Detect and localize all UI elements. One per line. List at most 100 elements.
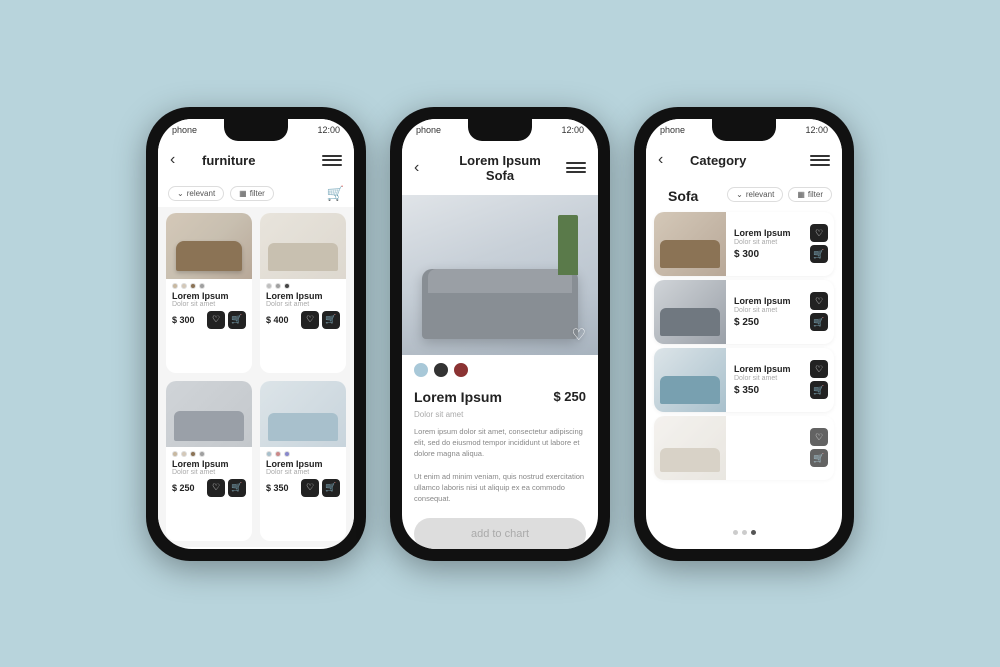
list-wishlist-btn-2[interactable]: ♡ [810,292,828,310]
product-image-4 [260,381,346,447]
menu-button-2[interactable] [566,162,586,173]
list-price-2: $ 250 [734,317,796,328]
filter-button-3[interactable]: ▦ filter [788,187,832,202]
product-price-1: $ 300 [172,315,195,325]
status-bar-3: phone 12:00 [646,119,842,141]
back-button-1[interactable]: ‹ [170,151,190,169]
color-dot-12[interactable] [266,451,272,457]
product-card-3: Lorem Ipsum Dolor sit amet $ 250 ♡ 🛒 [166,381,252,541]
status-right-2: 12:00 [561,125,584,135]
list-actions-1: ♡ 🛒 [804,218,834,269]
category-title: Sofa [656,184,710,206]
list-name-2: Lorem Ipsum [734,296,796,306]
list-image-1 [654,212,726,276]
cart-btn-1[interactable]: 🛒 [228,311,246,329]
list-sub-3: Dolor sit amet [734,375,796,382]
relevant-label-1: relevant [187,189,215,198]
list-sub-1: Dolor sit amet [734,239,796,246]
product-sub-4: Dolor sit amet [260,469,346,476]
color-dot-4[interactable] [199,283,205,289]
detail-product-price: $ 250 [553,389,586,404]
wishlist-btn-3[interactable]: ♡ [207,479,225,497]
page-title-1: furniture [190,147,322,174]
color-option-red[interactable] [454,363,468,377]
list-cart-btn-4[interactable]: 🛒 [810,449,828,467]
scroll-dot-1 [733,530,738,535]
product-price-2: $ 400 [266,315,289,325]
status-right-3: 12:00 [805,125,828,135]
color-dot-8[interactable] [172,451,178,457]
relevant-filter-3[interactable]: ⌄ relevant [727,187,783,202]
cart-icon-1[interactable]: 🛒 [327,185,344,202]
page-title-3: Category [678,147,810,174]
list-wishlist-btn-3[interactable]: ♡ [810,360,828,378]
list-actions-3: ♡ 🛒 [804,354,834,405]
list-actions-4: ♡ 🛒 [804,422,834,473]
cat-filters: ⌄ relevant ▦ filter [727,187,832,202]
color-dot-11[interactable] [199,451,205,457]
color-dot-6[interactable] [275,283,281,289]
detail-wishlist-btn[interactable]: ♡ [572,325,586,345]
product-sub-3: Dolor sit amet [166,469,252,476]
color-dots-1 [166,279,252,291]
list-image-4 [654,416,726,480]
add-to-cart-button[interactable]: add to chart [414,518,586,548]
list-info-3: Lorem Ipsum Dolor sit amet $ 350 [726,358,804,402]
list-item-3: Lorem Ipsum Dolor sit amet $ 350 ♡ 🛒 [654,348,834,412]
list-sub-2: Dolor sit amet [734,307,796,314]
color-dot-1[interactable] [172,283,178,289]
cart-btn-2[interactable]: 🛒 [322,311,340,329]
wishlist-btn-1[interactable]: ♡ [207,311,225,329]
color-dot-7[interactable] [284,283,290,289]
wishlist-btn-4[interactable]: ♡ [301,479,319,497]
color-dot-3[interactable] [190,283,196,289]
list-name-3: Lorem Ipsum [734,364,796,374]
notch-3 [712,119,776,141]
list-image-2 [654,280,726,344]
cart-btn-4[interactable]: 🛒 [322,479,340,497]
color-dots-3 [166,447,252,459]
color-option-black[interactable] [434,363,448,377]
list-wishlist-btn-4[interactable]: ♡ [810,428,828,446]
filter-arrow-3: ⌄ [736,190,743,199]
color-dot-2[interactable] [181,283,187,289]
color-dot-14[interactable] [284,451,290,457]
menu-button-1[interactable] [322,155,342,166]
back-button-2[interactable]: ‹ [414,159,434,177]
product-card-4: Lorem Ipsum Dolor sit amet $ 350 ♡ 🛒 [260,381,346,541]
color-dot-5[interactable] [266,283,272,289]
list-cart-btn-1[interactable]: 🛒 [810,245,828,263]
product-footer-4: $ 350 ♡ 🛒 [260,476,346,497]
nav-bar-2: ‹ Lorem Ipsum Sofa [402,141,598,195]
filter-button-1[interactable]: ▦ filter [230,186,274,201]
menu-button-3[interactable] [810,155,830,166]
color-dot-10[interactable] [190,451,196,457]
list-price-3: $ 350 [734,385,796,396]
relevant-filter-1[interactable]: ⌄ relevant [168,186,224,201]
list-item-2: Lorem Ipsum Dolor sit amet $ 250 ♡ 🛒 [654,280,834,344]
list-item-4: ♡ 🛒 [654,416,834,480]
category-header: Sofa ⌄ relevant ▦ filter [646,180,842,208]
color-dot-13[interactable] [275,451,281,457]
status-left-3: phone [660,125,685,135]
cart-btn-3[interactable]: 🛒 [228,479,246,497]
detail-title-row: Lorem Ipsum $ 250 [402,385,598,409]
filter-bar-1: ⌄ relevant ▦ filter 🛒 [158,180,354,207]
phone-3-screen: phone 12:00 ‹ Category Sofa ⌄ relevant ▦… [646,119,842,549]
wishlist-btn-2[interactable]: ♡ [301,311,319,329]
notch-1 [224,119,288,141]
back-button-3[interactable]: ‹ [658,151,678,169]
nav-bar-1: ‹ furniture [158,141,354,180]
list-item-1: Lorem Ipsum Dolor sit amet $ 300 ♡ 🛒 [654,212,834,276]
color-dot-9[interactable] [181,451,187,457]
product-name-3: Lorem Ipsum [166,459,252,469]
color-option-blue[interactable] [414,363,428,377]
list-actions-2: ♡ 🛒 [804,286,834,337]
list-name-1: Lorem Ipsum [734,228,796,238]
scroll-dot-2 [742,530,747,535]
product-footer-2: $ 400 ♡ 🛒 [260,308,346,329]
list-wishlist-btn-1[interactable]: ♡ [810,224,828,242]
product-card-2: Lorem Ipsum Dolor sit amet $ 400 ♡ 🛒 [260,213,346,373]
list-cart-btn-2[interactable]: 🛒 [810,313,828,331]
list-cart-btn-3[interactable]: 🛒 [810,381,828,399]
